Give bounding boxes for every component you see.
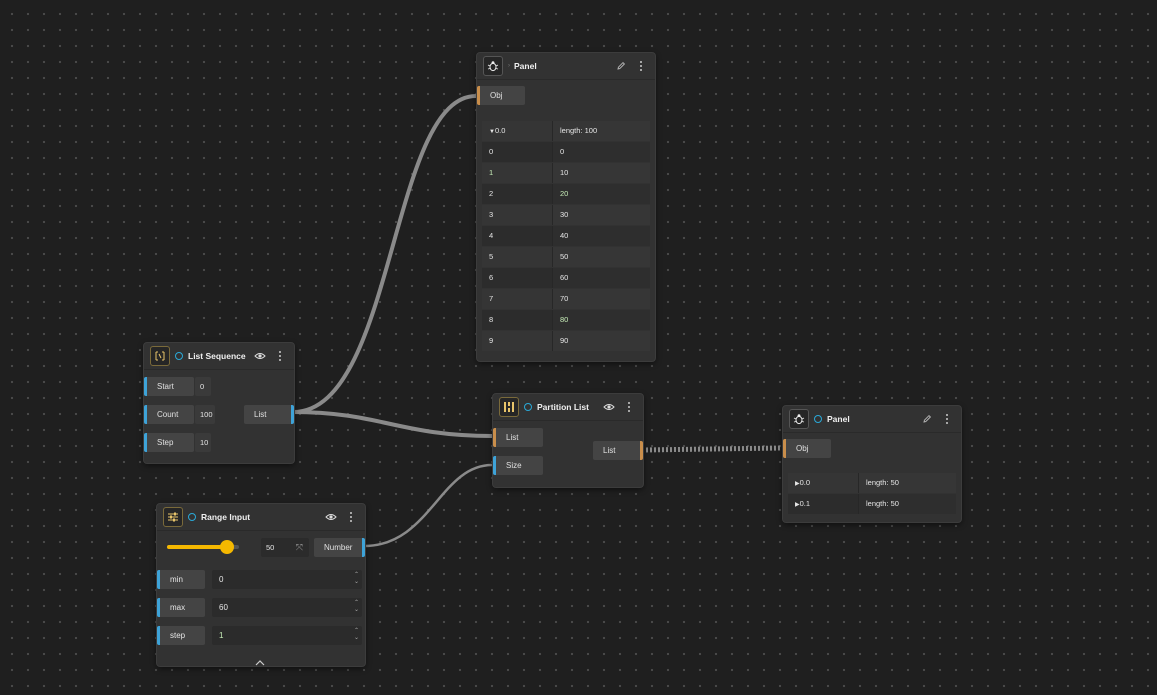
panel-node-top[interactable]: › Panel Obj ▼0.0 length: 100 00 1 10 2 20 … — [476, 52, 656, 362]
node-title: Panel — [827, 414, 850, 424]
spinner-icon[interactable]: ⌃ ⌄ — [354, 572, 359, 586]
start-value[interactable]: 0 — [195, 377, 211, 396]
table-row: 3 30 — [482, 205, 650, 225]
panel-data-table: ▼0.0 length: 100 00 1 10 2 20 3 30 4 40 5 50 … — [482, 121, 650, 352]
bug-icon — [789, 409, 809, 429]
max-field-row: max 60 ⌃ ⌄ — [157, 598, 365, 617]
panel-branch-row[interactable]: ▶0.0 length: 50 — [788, 473, 956, 493]
sequence-icon — [150, 346, 170, 366]
step-input-port[interactable]: Step — [144, 433, 194, 452]
min-input[interactable]: 0 ⌃ ⌄ — [212, 570, 362, 589]
kebab-menu-icon[interactable] — [621, 399, 637, 415]
step-input[interactable]: 1 ⌃ ⌄ — [212, 626, 362, 645]
count-input-port[interactable]: Count — [144, 405, 194, 424]
slider-thumb[interactable] — [219, 540, 234, 554]
table-row: 8 80 — [482, 310, 650, 330]
obj-input-port[interactable]: Obj — [783, 439, 831, 458]
eye-icon[interactable] — [601, 399, 617, 415]
node-title: Partition List — [537, 402, 589, 412]
range-input-header[interactable]: Range Input — [157, 504, 365, 531]
pencil-icon[interactable] — [919, 411, 935, 427]
panel-node-right[interactable]: Panel Obj ▶0.0 length: 50 ▶0.1 length: 5… — [782, 405, 962, 523]
table-row: 6 60 — [482, 268, 650, 288]
table-row: 4 40 — [482, 226, 650, 246]
list-sequence-node[interactable]: List Sequence Start 0 Count 100 Step 10 … — [143, 342, 295, 464]
eye-icon[interactable] — [323, 509, 339, 525]
table-row: 1 10 — [482, 163, 650, 183]
pencil-icon[interactable] — [613, 58, 629, 74]
partition-list-header[interactable]: Partition List — [493, 394, 643, 421]
step-value[interactable]: 10 — [195, 433, 211, 452]
table-row: 5 50 — [482, 247, 650, 267]
count-value[interactable]: 100 — [195, 405, 215, 424]
kebab-menu-icon[interactable] — [272, 348, 288, 364]
list-sequence-header[interactable]: List Sequence — [144, 343, 294, 370]
range-slider[interactable] — [167, 540, 239, 554]
bug-icon — [483, 56, 503, 76]
node-title: List Sequence — [188, 351, 246, 361]
status-icon — [188, 513, 196, 521]
partition-list-node[interactable]: Partition List List Size List — [492, 393, 644, 488]
kebab-menu-icon[interactable] — [633, 58, 649, 74]
step-field-row: step 1 ⌃ ⌄ — [157, 626, 365, 645]
table-row: 2 20 — [482, 184, 650, 204]
wire-range-to-partition[interactable] — [363, 463, 493, 548]
list-input-port[interactable]: List — [493, 428, 543, 447]
panel-data-table: ▶0.0 length: 50 ▶0.1 length: 50 — [788, 473, 956, 515]
step-label[interactable]: step — [157, 626, 205, 645]
kebab-menu-icon[interactable] — [939, 411, 955, 427]
wire-sequence-to-partition[interactable] — [292, 410, 493, 438]
min-field-row: min 0 ⌃ ⌄ — [157, 570, 365, 589]
spinner-icon[interactable]: ⌃ ⌄ — [354, 600, 359, 614]
table-row: 00 — [482, 142, 650, 162]
node-title: Range Input — [201, 512, 251, 522]
spinner-icon[interactable]: ⌃ ⌄ — [354, 628, 359, 642]
table-row: 7 70 — [482, 289, 650, 309]
obj-input-port[interactable]: Obj — [477, 86, 525, 105]
max-label[interactable]: max — [157, 598, 205, 617]
table-row: 9 90 — [482, 331, 650, 351]
partition-icon — [499, 397, 519, 417]
kebab-menu-icon[interactable] — [343, 509, 359, 525]
sliders-icon — [163, 507, 183, 527]
range-input-node[interactable]: Range Input 50 ⤧ Number min 0 ⌃ ⌄ max 60 … — [156, 503, 366, 667]
chevron-up-icon[interactable] — [255, 653, 267, 666]
eye-icon[interactable] — [252, 348, 268, 364]
wire-partition-to-panel[interactable] — [641, 445, 783, 453]
status-icon — [175, 352, 183, 360]
status-icon — [814, 415, 822, 423]
number-output-port[interactable]: Number — [314, 538, 365, 557]
wire-sequence-to-panel[interactable] — [292, 94, 477, 414]
list-output-port[interactable]: List — [593, 441, 643, 460]
panel-node-header[interactable]: › Panel — [477, 53, 655, 80]
status-icon — [524, 403, 532, 411]
panel-root-row[interactable]: ▼0.0 length: 100 — [482, 121, 650, 141]
slider-fill — [167, 545, 227, 549]
node-title: Panel — [514, 61, 537, 71]
start-input-port[interactable]: Start — [144, 377, 194, 396]
panel-node-header[interactable]: Panel — [783, 406, 961, 433]
size-input-port[interactable]: Size — [493, 456, 543, 475]
clear-icon[interactable]: ⤧ — [296, 538, 303, 557]
max-input[interactable]: 60 ⌃ ⌄ — [212, 598, 362, 617]
panel-branch-row[interactable]: ▶0.1 length: 50 — [788, 494, 956, 514]
slider-value-field[interactable]: 50 ⤧ — [261, 538, 309, 557]
min-label[interactable]: min — [157, 570, 205, 589]
list-output-port[interactable]: List — [244, 405, 294, 424]
chevron-small-icon: › — [508, 63, 510, 69]
